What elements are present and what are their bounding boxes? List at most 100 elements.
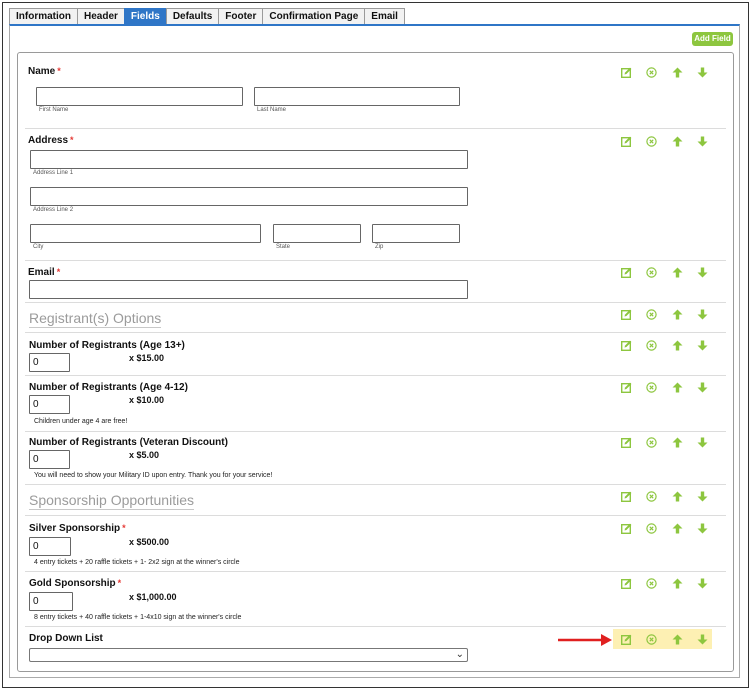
registrants-veteran-price: x $5.00 xyxy=(129,450,160,460)
state-input[interactable] xyxy=(273,224,361,243)
arrow-down-icon[interactable] xyxy=(697,382,708,393)
chevron-down-icon: ⌄ xyxy=(455,649,464,660)
dropdown-list-select[interactable]: ⌄ xyxy=(29,648,468,662)
last-name-sublabel: Last Name xyxy=(257,107,287,113)
arrow-down-icon[interactable] xyxy=(697,634,708,645)
row-divider xyxy=(25,515,726,516)
edit-icon[interactable] xyxy=(620,578,632,590)
delete-icon[interactable] xyxy=(646,578,657,589)
address-line-1-sublabel: Address Line 1 xyxy=(33,170,74,176)
gold-sponsorship-note: 8 entry tickets + 40 raffle tickets + 1-… xyxy=(34,614,242,621)
registrants-4-12-price: x $10.00 xyxy=(129,395,165,405)
arrow-up-icon[interactable] xyxy=(672,491,683,502)
registrants-13-label: Number of Registrants (Age 13+) xyxy=(29,340,185,351)
tab-information[interactable]: Information xyxy=(9,8,78,24)
address-line-2-sublabel: Address Line 2 xyxy=(33,207,74,213)
edit-icon[interactable] xyxy=(620,309,632,321)
row-divider xyxy=(25,375,726,376)
arrow-up-icon[interactable] xyxy=(672,437,683,448)
arrow-up-icon[interactable] xyxy=(672,523,683,534)
arrow-up-icon[interactable] xyxy=(672,136,683,147)
address-line-1-input[interactable] xyxy=(30,150,468,169)
arrow-up-icon[interactable] xyxy=(672,309,683,320)
arrow-down-icon[interactable] xyxy=(697,578,708,589)
gold-sponsorship-input[interactable]: 0 xyxy=(29,592,73,611)
registrants-veteran-note: You will need to show your Military ID u… xyxy=(34,472,273,479)
dropdown-list-label: Drop Down List xyxy=(29,633,103,644)
sponsorship-actions xyxy=(617,488,712,504)
tab-fields[interactable]: Fields xyxy=(123,8,167,24)
registrants-13-input[interactable]: 0 xyxy=(29,353,70,372)
delete-icon[interactable] xyxy=(646,437,657,448)
dropdown-list-actions xyxy=(613,629,712,649)
registrants-13-actions xyxy=(617,337,712,353)
delete-icon[interactable] xyxy=(646,136,657,147)
zip-input[interactable] xyxy=(372,224,460,243)
edit-icon[interactable] xyxy=(620,491,632,503)
arrow-down-icon[interactable] xyxy=(697,267,708,278)
arrow-up-icon[interactable] xyxy=(672,267,683,278)
tab-confirmation-page[interactable]: Confirmation Page xyxy=(262,8,366,24)
arrow-up-icon[interactable] xyxy=(672,578,683,589)
edit-icon[interactable] xyxy=(620,437,632,449)
silver-sponsorship-actions xyxy=(617,520,712,536)
tab-email[interactable]: Email xyxy=(364,8,405,24)
edit-icon[interactable] xyxy=(620,523,632,535)
row-divider xyxy=(25,431,726,432)
silver-sponsorship-label: Silver Sponsorship * xyxy=(29,523,126,534)
address-field-actions xyxy=(617,133,712,149)
arrow-down-icon[interactable] xyxy=(697,437,708,448)
delete-icon[interactable] xyxy=(646,309,657,320)
tab-defaults[interactable]: Defaults xyxy=(165,8,220,24)
registrants-4-12-input[interactable]: 0 xyxy=(29,395,70,414)
arrow-down-icon[interactable] xyxy=(697,67,708,78)
city-input[interactable] xyxy=(30,224,261,243)
row-divider xyxy=(25,260,726,261)
last-name-input[interactable] xyxy=(254,87,460,106)
row-divider xyxy=(25,128,726,129)
tab-header[interactable]: Header xyxy=(77,8,125,24)
arrow-down-icon[interactable] xyxy=(697,309,708,320)
registrants-veteran-input[interactable]: 0 xyxy=(29,450,70,469)
arrow-down-icon[interactable] xyxy=(697,136,708,147)
arrow-down-icon[interactable] xyxy=(697,523,708,534)
arrow-down-icon[interactable] xyxy=(697,340,708,351)
delete-icon[interactable] xyxy=(646,523,657,534)
zip-sublabel: Zip xyxy=(375,244,384,250)
arrow-up-icon[interactable] xyxy=(672,382,683,393)
registrants-veteran-actions xyxy=(617,434,712,450)
gold-sponsorship-price: x $1,000.00 xyxy=(129,592,177,602)
delete-icon[interactable] xyxy=(646,634,657,645)
tab-footer[interactable]: Footer xyxy=(218,8,264,24)
delete-icon[interactable] xyxy=(646,67,657,78)
registrants-4-12-label: Number of Registrants (Age 4-12) xyxy=(29,382,188,393)
name-field-actions xyxy=(617,64,712,80)
first-name-input[interactable] xyxy=(36,87,243,106)
registrants-4-12-actions xyxy=(617,379,712,395)
arrow-up-icon[interactable] xyxy=(672,67,683,78)
arrow-up-icon[interactable] xyxy=(672,634,683,645)
tab-bar: Information Header Fields Defaults Foote… xyxy=(9,8,405,24)
email-input[interactable] xyxy=(29,280,468,299)
row-divider xyxy=(25,302,726,303)
delete-icon[interactable] xyxy=(646,340,657,351)
silver-sponsorship-note: 4 entry tickets + 20 raffle tickets + 1-… xyxy=(34,559,240,566)
edit-icon[interactable] xyxy=(620,382,632,394)
name-field-label: Name * xyxy=(28,66,61,77)
address-line-2-input[interactable] xyxy=(30,187,468,206)
arrow-up-icon[interactable] xyxy=(672,340,683,351)
arrow-down-icon[interactable] xyxy=(697,491,708,502)
add-field-button[interactable]: Add Field xyxy=(692,32,733,46)
delete-icon[interactable] xyxy=(646,267,657,278)
row-divider xyxy=(25,332,726,333)
edit-icon[interactable] xyxy=(620,136,632,148)
edit-icon[interactable] xyxy=(620,67,632,79)
edit-icon[interactable] xyxy=(620,267,632,279)
delete-icon[interactable] xyxy=(646,382,657,393)
required-marker: * xyxy=(56,267,61,277)
gold-sponsorship-label: Gold Sponsorship * xyxy=(29,578,122,589)
silver-sponsorship-input[interactable]: 0 xyxy=(29,537,71,556)
edit-icon[interactable] xyxy=(620,340,632,352)
delete-icon[interactable] xyxy=(646,491,657,502)
edit-icon[interactable] xyxy=(620,634,632,646)
